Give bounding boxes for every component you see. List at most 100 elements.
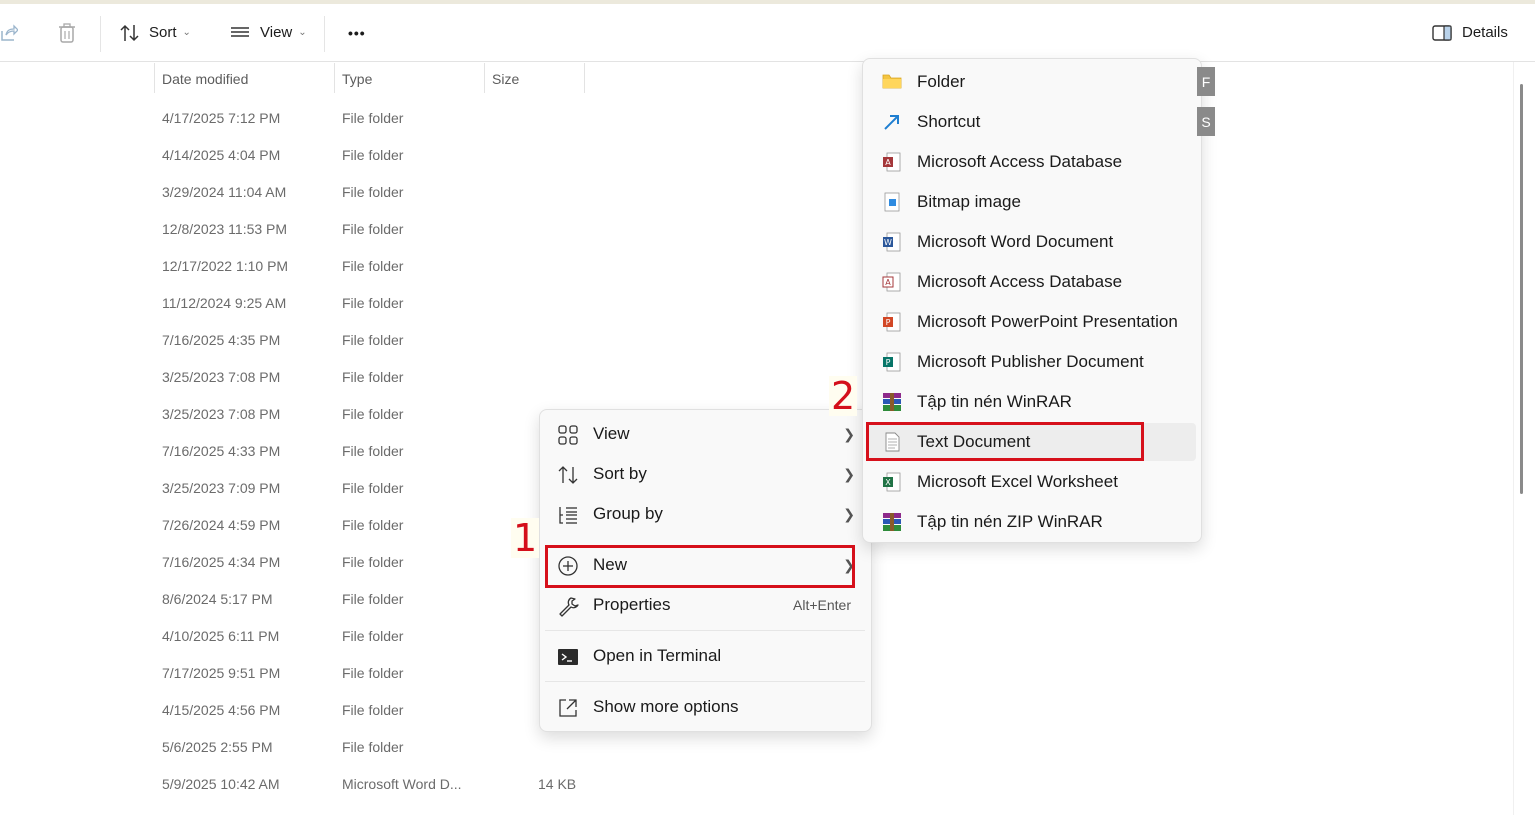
scrollbar-thumb[interactable] xyxy=(1520,84,1523,494)
submenu-item-word-document[interactable]: W Microsoft Word Document xyxy=(868,223,1196,261)
view-button[interactable]: View ⌄ xyxy=(230,4,307,61)
group-icon xyxy=(559,507,577,524)
column-divider[interactable] xyxy=(484,63,485,93)
type-cell: File folder xyxy=(342,554,404,570)
column-header-type[interactable]: Type xyxy=(342,62,372,95)
share-button[interactable] xyxy=(0,4,18,61)
chevron-right-icon: ❯ xyxy=(843,465,855,482)
type-cell: File folder xyxy=(342,702,404,718)
highlight-box-new xyxy=(545,545,855,588)
list-lines-icon xyxy=(231,26,249,37)
table-row[interactable]: 5/6/2025 2:55 PM File folder xyxy=(0,729,860,766)
type-cell: File folder xyxy=(342,332,404,348)
menu-item-view[interactable]: View ❯ xyxy=(545,415,865,453)
highlight-box-text-document xyxy=(866,422,1144,461)
column-header-date-modified[interactable]: Date modified xyxy=(162,62,248,95)
table-row[interactable]: 12/17/2022 1:10 PM File folder xyxy=(0,248,860,285)
column-divider[interactable] xyxy=(334,63,335,93)
submenu-item-label: Shortcut xyxy=(917,112,981,131)
winrar-icon xyxy=(883,393,901,411)
submenu-item-label: Microsoft Publisher Document xyxy=(917,352,1144,371)
toolbar-divider xyxy=(324,16,325,52)
date-cell: 7/17/2025 9:51 PM xyxy=(162,665,281,681)
sort-icon xyxy=(558,466,578,484)
accelerator-key-s: S xyxy=(1197,107,1215,136)
menu-item-label: Properties xyxy=(593,595,671,614)
date-cell: 7/26/2024 4:59 PM xyxy=(162,517,281,533)
chevron-down-icon: ⌄ xyxy=(182,27,191,38)
type-cell: File folder xyxy=(342,221,404,237)
submenu-item-excel-worksheet[interactable]: X Microsoft Excel Worksheet xyxy=(868,463,1196,501)
table-row[interactable]: 12/8/2023 11:53 PM File folder xyxy=(0,211,860,248)
column-divider[interactable] xyxy=(154,63,155,93)
menu-item-properties[interactable]: Properties Alt+Enter xyxy=(545,586,865,624)
table-row[interactable]: 4/17/2025 7:12 PM File folder xyxy=(0,100,860,137)
submenu-item-bitmap-image[interactable]: Bitmap image xyxy=(868,183,1196,221)
terminal-icon xyxy=(558,649,578,665)
date-cell: 5/6/2025 2:55 PM xyxy=(162,739,273,755)
table-row[interactable]: 7/16/2025 4:35 PM File folder xyxy=(0,322,860,359)
svg-text:A: A xyxy=(885,158,891,167)
date-cell: 7/16/2025 4:34 PM xyxy=(162,554,281,570)
menu-item-show-more-options[interactable]: Show more options xyxy=(545,688,865,726)
share-box-icon xyxy=(559,699,577,717)
menu-item-open-in-terminal[interactable]: Open in Terminal xyxy=(545,637,865,675)
step-marker-1: 1 xyxy=(511,516,540,560)
step-marker-2: 2 xyxy=(829,374,858,418)
submenu-item-label: Microsoft PowerPoint Presentation xyxy=(917,312,1178,331)
type-cell: File folder xyxy=(342,517,404,533)
sort-button[interactable]: Sort ⌄ xyxy=(119,4,191,61)
table-row[interactable]: 5/9/2025 10:42 AM Microsoft Word D... 14 K… xyxy=(0,766,860,803)
chevron-right-icon: ❯ xyxy=(843,505,855,522)
shortcut-hint: Alt+Enter xyxy=(793,597,851,613)
table-row[interactable]: 11/12/2024 9:25 AM File folder xyxy=(0,285,860,322)
more-options-button[interactable]: ••• xyxy=(348,4,366,61)
shortcut-arrow-icon xyxy=(884,115,899,130)
submenu-item-label: Microsoft Access Database xyxy=(917,152,1123,171)
delete-button[interactable] xyxy=(57,4,77,61)
chevron-right-icon: ❯ xyxy=(843,425,855,442)
menu-item-label: View xyxy=(593,424,630,443)
submenu-item-label: Microsoft Excel Worksheet xyxy=(917,472,1118,491)
new-submenu: Folder Shortcut A Microsoft Access Datab… xyxy=(862,58,1202,543)
menu-item-sort-by[interactable]: Sort by ❯ xyxy=(545,455,865,493)
details-pane-icon xyxy=(1432,24,1452,41)
type-cell: File folder xyxy=(342,295,404,311)
submenu-item-access-database-2[interactable]: A Microsoft Access Database xyxy=(868,263,1196,301)
submenu-item-winrar-archive[interactable]: Tập tin nén WinRAR xyxy=(868,383,1196,421)
date-cell: 7/16/2025 4:35 PM xyxy=(162,332,281,348)
submenu-item-winrar-zip-archive[interactable]: Tập tin nén ZIP WinRAR xyxy=(868,503,1196,541)
submenu-item-powerpoint-presentation[interactable]: P Microsoft PowerPoint Presentation xyxy=(868,303,1196,341)
menu-divider xyxy=(545,681,865,682)
type-cell: File folder xyxy=(342,184,404,200)
date-cell: 3/25/2023 7:09 PM xyxy=(162,480,281,496)
column-divider[interactable] xyxy=(584,63,585,93)
date-cell: 8/6/2024 5:17 PM xyxy=(162,591,273,607)
column-header-size[interactable]: Size xyxy=(492,62,519,95)
svg-text:X: X xyxy=(885,478,891,487)
sort-label: Sort xyxy=(149,24,177,41)
details-pane-button[interactable]: Details xyxy=(1432,4,1508,61)
table-row[interactable]: 3/29/2024 11:04 AM File folder xyxy=(0,174,860,211)
submenu-item-shortcut[interactable]: Shortcut xyxy=(868,103,1196,141)
table-row[interactable]: 3/25/2023 7:08 PM File folder xyxy=(0,359,860,396)
submenu-item-access-database[interactable]: A Microsoft Access Database xyxy=(868,143,1196,181)
access-icon: A xyxy=(882,272,901,292)
submenu-item-label: Tập tin nén WinRAR xyxy=(917,392,1072,411)
date-cell: 12/8/2023 11:53 PM xyxy=(162,221,288,237)
date-cell: 3/25/2023 7:08 PM xyxy=(162,406,281,422)
type-cell: File folder xyxy=(342,406,404,422)
date-cell: 4/10/2025 6:11 PM xyxy=(162,628,280,644)
menu-item-group-by[interactable]: Group by ❯ xyxy=(545,495,865,533)
submenu-item-publisher-document[interactable]: P Microsoft Publisher Document xyxy=(868,343,1196,381)
folder-icon xyxy=(882,74,902,89)
date-cell: 4/17/2025 7:12 PM xyxy=(162,110,281,126)
svg-text:A: A xyxy=(885,278,891,287)
vertical-scrollbar[interactable] xyxy=(1513,62,1535,815)
date-cell: 3/29/2024 11:04 AM xyxy=(162,184,287,200)
toolbar-divider xyxy=(100,16,101,52)
submenu-item-folder[interactable]: Folder xyxy=(868,63,1196,101)
table-row[interactable]: 4/14/2025 4:04 PM File folder xyxy=(0,137,860,174)
powerpoint-icon: P xyxy=(883,312,901,332)
submenu-item-label: Microsoft Access Database xyxy=(917,272,1123,291)
